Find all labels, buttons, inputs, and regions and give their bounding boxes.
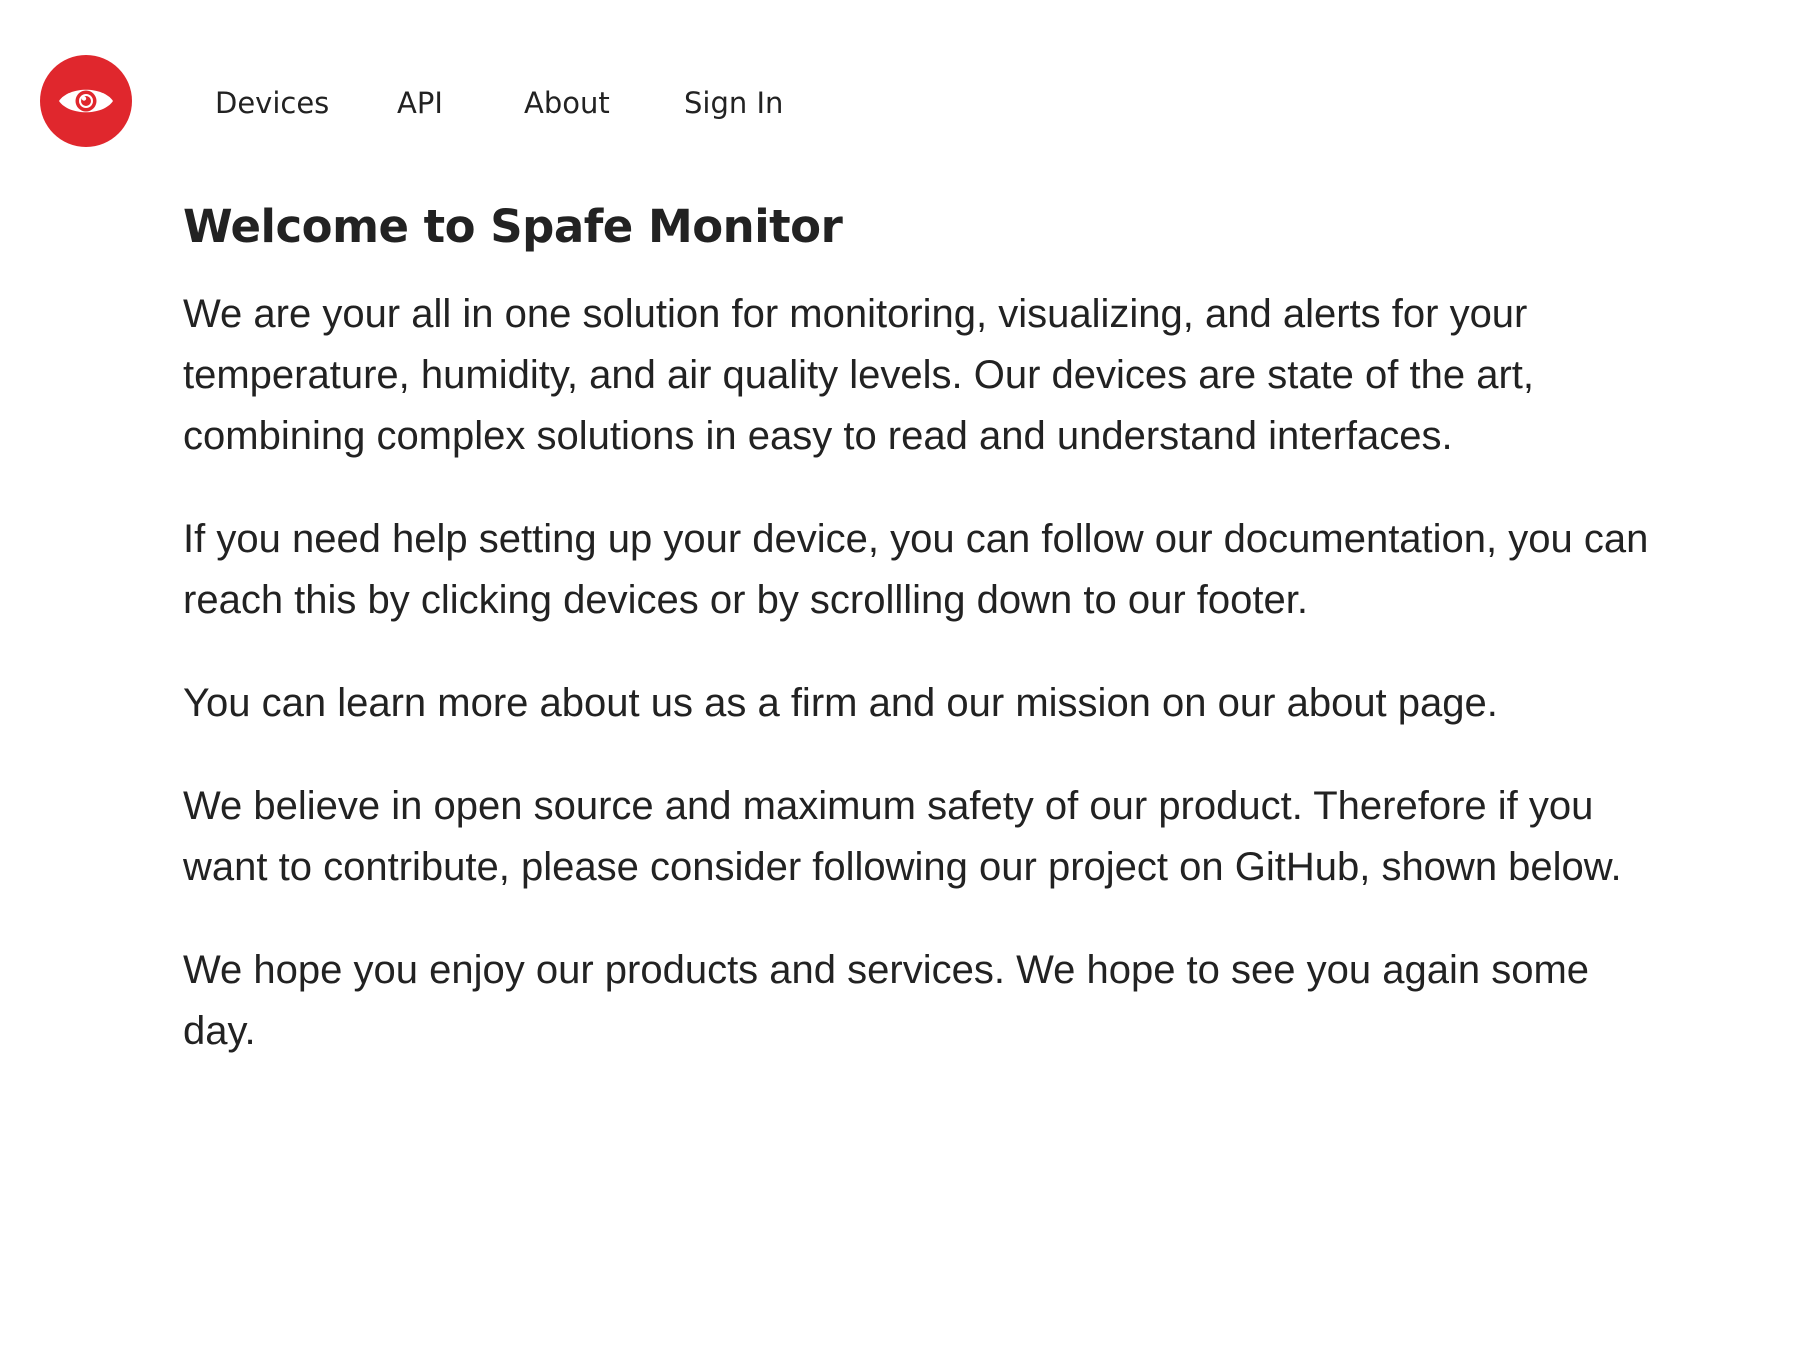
site-header: Devices API About Sign In: [0, 0, 1808, 200]
open-source-paragraph: We believe in open source and maximum sa…: [183, 784, 1622, 889]
nav-sign-in-link[interactable]: Sign In: [684, 78, 783, 128]
nav-api-link[interactable]: API: [397, 78, 443, 128]
logo[interactable]: [40, 55, 132, 147]
eye-icon: [59, 89, 113, 113]
about-paragraph: You can learn more about us as a firm an…: [183, 681, 1498, 725]
page-title: Welcome to Spafe Monitor: [183, 200, 843, 253]
main-content: Welcome to Spafe Monitor We are your all…: [183, 196, 1663, 1062]
nav-about-link[interactable]: About: [524, 78, 610, 128]
nav-devices-link[interactable]: Devices: [215, 78, 329, 128]
closing-paragraph: We hope you enjoy our products and servi…: [183, 948, 1590, 1053]
intro-paragraph: We are your all in one solution for moni…: [183, 292, 1535, 458]
help-paragraph: If you need help setting up your device,…: [183, 517, 1649, 622]
